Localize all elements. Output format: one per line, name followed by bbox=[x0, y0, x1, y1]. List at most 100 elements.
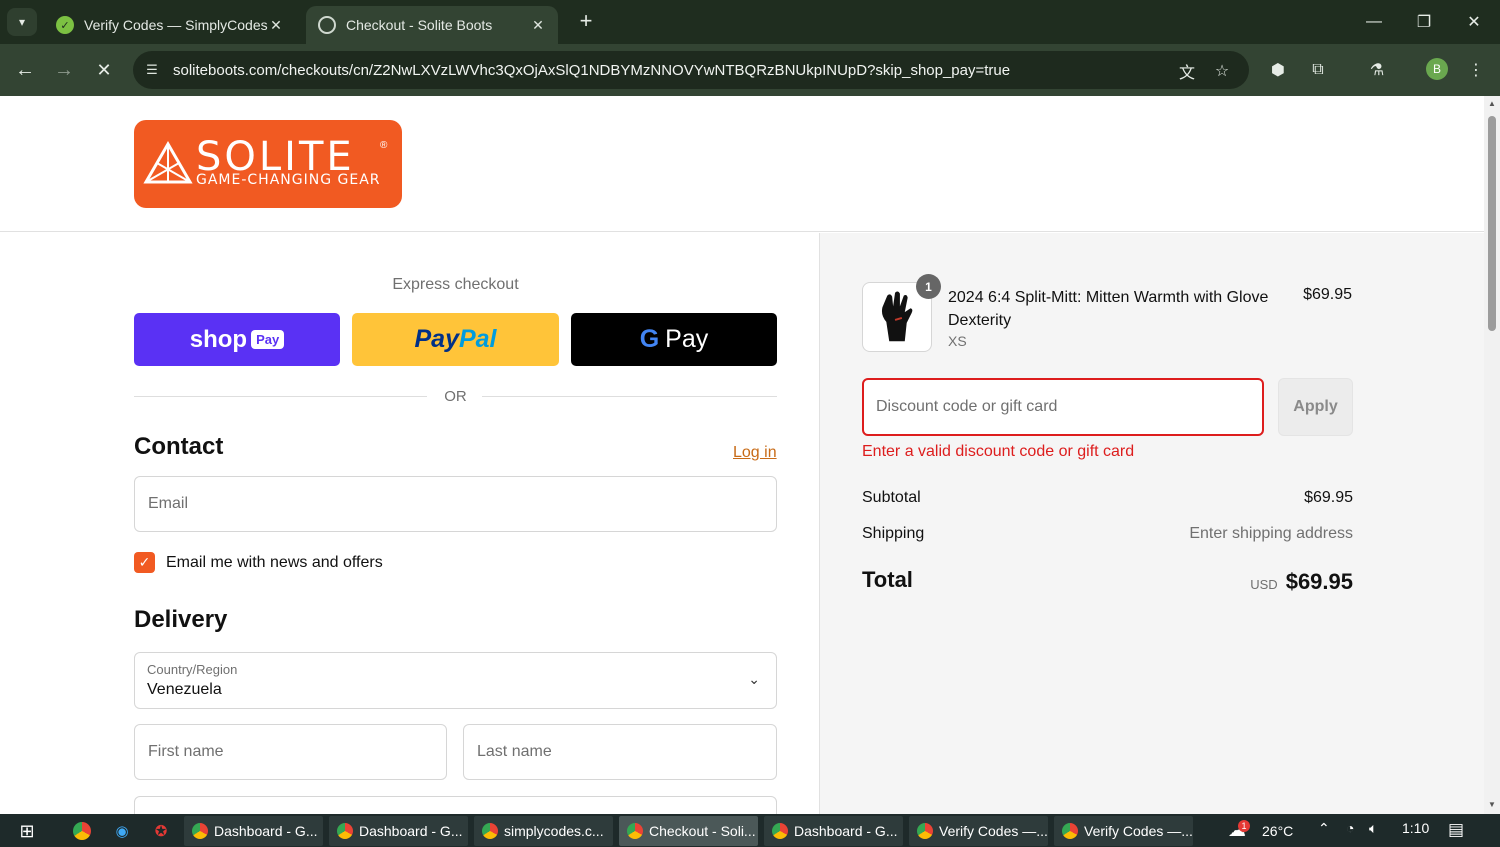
labs-flask-icon[interactable]: ⚗ bbox=[1365, 58, 1389, 82]
first-name-field[interactable]: First name bbox=[134, 724, 447, 780]
paypal-label-part2: Pal bbox=[458, 325, 497, 353]
menu-kebab-icon[interactable]: ⋮ bbox=[1464, 58, 1488, 82]
order-summary-column: 1 2024 6:4 Split-Mitt: Mitten Warmth wit… bbox=[819, 233, 1484, 814]
app-pinned-icon[interactable]: ✪ bbox=[150, 820, 172, 842]
taskbar-window-label: Checkout - Soli... bbox=[649, 823, 756, 839]
contact-title: Contact bbox=[134, 433, 224, 460]
show-hidden-icons-chevron-icon[interactable]: ⌃ bbox=[1318, 820, 1330, 837]
forward-arrow-icon[interactable]: → bbox=[50, 56, 78, 84]
apply-discount-button[interactable]: Apply bbox=[1278, 378, 1353, 436]
bookmark-star-icon[interactable]: ☆ bbox=[1211, 60, 1233, 82]
taskbar-window[interactable]: Dashboard - G... bbox=[329, 816, 468, 846]
subtotal-row: Subtotal $69.95 bbox=[862, 489, 1353, 507]
address-field[interactable] bbox=[134, 796, 777, 814]
shipping-value: Enter shipping address bbox=[1189, 525, 1353, 542]
country-select[interactable]: Country/Region Venezuela ⌄ bbox=[134, 652, 777, 709]
tab-verify-codes[interactable]: ✓ Verify Codes — SimplyCodes ✕ bbox=[44, 6, 296, 44]
newsletter-label: Email me with news and offers bbox=[166, 553, 383, 571]
scroll-up-arrow-icon[interactable]: ▲ bbox=[1487, 99, 1497, 108]
taskbar-window[interactable]: Verify Codes —... bbox=[909, 816, 1048, 846]
tab-title: Verify Codes — SimplyCodes bbox=[84, 17, 268, 33]
chrome-icon bbox=[917, 823, 933, 839]
edge-pinned-icon[interactable]: ◉ bbox=[111, 820, 133, 842]
login-link[interactable]: Log in bbox=[733, 444, 777, 462]
wifi-icon[interactable]: ◔ bbox=[1346, 820, 1354, 836]
chrome-pinned-icon[interactable] bbox=[71, 820, 93, 842]
simplycodes-favicon-icon: ✓ bbox=[56, 16, 74, 34]
close-tab-icon[interactable]: ✕ bbox=[530, 17, 546, 34]
stop-loading-icon[interactable]: ✕ bbox=[90, 56, 118, 84]
discount-error-message: Enter a valid discount code or gift card bbox=[862, 443, 1135, 460]
page-scrollbar[interactable]: ▲ ▼ bbox=[1484, 96, 1500, 814]
checkout-form-column: Express checkout shop Pay Pay Pal G Pay O… bbox=[0, 233, 819, 814]
checkout-page: SOLITE ® GAME-CHANGING GEAR Express chec… bbox=[0, 96, 1484, 814]
checkout-header: SOLITE ® GAME-CHANGING GEAR bbox=[0, 96, 1484, 232]
taskbar-window-active[interactable]: Checkout - Soli... bbox=[619, 816, 758, 846]
taskbar-window-label: Verify Codes —... bbox=[1084, 823, 1193, 839]
start-grid-icon[interactable]: ⊞ bbox=[16, 820, 38, 842]
chrome-icon bbox=[337, 823, 353, 839]
email-field[interactable]: Email bbox=[134, 476, 777, 532]
tab-checkout[interactable]: Checkout - Solite Boots ✕ bbox=[306, 6, 558, 44]
solite-mark-icon bbox=[143, 141, 193, 184]
close-window-button[interactable]: ✕ bbox=[1449, 0, 1499, 44]
taskbar-window[interactable]: Dashboard - G... bbox=[764, 816, 903, 846]
cart-line-item: 1 2024 6:4 Split-Mitt: Mitten Warmth wit… bbox=[862, 274, 1352, 362]
shipping-row: Shipping Enter shipping address bbox=[862, 525, 1353, 543]
taskbar-window-label: Dashboard - G... bbox=[359, 823, 463, 839]
restore-button[interactable]: ❐ bbox=[1399, 0, 1449, 44]
tab-search-button[interactable]: ▾ bbox=[7, 8, 37, 36]
profile-avatar[interactable]: B bbox=[1426, 58, 1448, 80]
extension-icon[interactable]: ⬢ bbox=[1266, 58, 1290, 82]
discount-code-input[interactable]: Discount code or gift card bbox=[862, 378, 1264, 436]
back-arrow-icon[interactable]: ← bbox=[11, 56, 39, 84]
google-pay-button[interactable]: G Pay bbox=[571, 313, 777, 366]
scroll-down-arrow-icon[interactable]: ▼ bbox=[1487, 800, 1497, 809]
notifications-icon[interactable]: ▤ bbox=[1448, 820, 1464, 840]
email-placeholder: Email bbox=[148, 495, 189, 512]
product-name: 2024 6:4 Split-Mitt: Mitten Warmth with … bbox=[948, 289, 1269, 329]
solite-logo[interactable]: SOLITE ® GAME-CHANGING GEAR bbox=[134, 120, 402, 208]
weather-widget[interactable]: ☁ 1 26°C bbox=[1228, 819, 1293, 841]
browser-window: ▾ ✓ Verify Codes — SimplyCodes ✕ Checkou… bbox=[0, 0, 1500, 96]
volume-icon[interactable]: 🔈︎ bbox=[1369, 820, 1377, 837]
checkmark-icon[interactable]: ✓ bbox=[134, 552, 155, 573]
shop-pay-button[interactable]: shop Pay bbox=[134, 313, 340, 366]
last-name-field[interactable]: Last name bbox=[463, 724, 777, 780]
clock[interactable]: 1:10 bbox=[1402, 820, 1429, 836]
logo-tagline: GAME-CHANGING GEAR bbox=[196, 172, 381, 188]
address-bar[interactable]: ☰ soliteboots.com/checkouts/cn/Z2NwLXVzL… bbox=[133, 51, 1249, 89]
taskbar-window[interactable]: Verify Codes —... bbox=[1054, 816, 1193, 846]
chrome-icon bbox=[482, 823, 498, 839]
paypal-label-part1: Pay bbox=[414, 325, 459, 353]
windows-taskbar: ⊞ ◉ ✪ Dashboard - G... Dashboard - G... … bbox=[0, 814, 1500, 847]
chrome-icon bbox=[772, 823, 788, 839]
express-checkout-title: Express checkout bbox=[392, 276, 519, 293]
discount-placeholder: Discount code or gift card bbox=[876, 398, 1058, 415]
paypal-button[interactable]: Pay Pal bbox=[352, 313, 559, 366]
loading-favicon-icon bbox=[318, 16, 336, 34]
minimize-button[interactable]: — bbox=[1349, 0, 1399, 44]
extensions-puzzle-icon[interactable]: ⧉ bbox=[1306, 58, 1330, 82]
taskbar-window-label: Verify Codes —... bbox=[939, 823, 1048, 839]
country-label: Country/Region bbox=[147, 662, 238, 677]
taskbar-window[interactable]: Dashboard - G... bbox=[184, 816, 323, 846]
total-row: Total USD $69.95 bbox=[862, 567, 1353, 599]
taskbar-window[interactable]: simplycodes.c... bbox=[474, 816, 613, 846]
new-tab-button[interactable]: + bbox=[574, 10, 598, 34]
scrollbar-thumb[interactable] bbox=[1488, 116, 1496, 331]
total-amount: USD $69.95 bbox=[1250, 569, 1353, 595]
site-settings-icon[interactable]: ☰ bbox=[143, 61, 161, 79]
subtotal-value: $69.95 bbox=[1304, 489, 1353, 506]
taskbar-window-label: Dashboard - G... bbox=[214, 823, 318, 839]
translate-icon[interactable]: 文 bbox=[1176, 60, 1198, 82]
newsletter-option[interactable]: ✓ Email me with news and offers bbox=[134, 552, 383, 573]
chrome-icon bbox=[627, 823, 643, 839]
product-variant: XS bbox=[948, 333, 967, 349]
total-label: Total bbox=[862, 567, 913, 592]
url-text: soliteboots.com/checkouts/cn/Z2NwLXVzLWV… bbox=[173, 61, 1011, 79]
delivery-title: Delivery bbox=[134, 606, 228, 633]
or-label: OR bbox=[444, 388, 467, 405]
close-tab-icon[interactable]: ✕ bbox=[268, 17, 284, 34]
product-price: $69.95 bbox=[1303, 286, 1352, 303]
